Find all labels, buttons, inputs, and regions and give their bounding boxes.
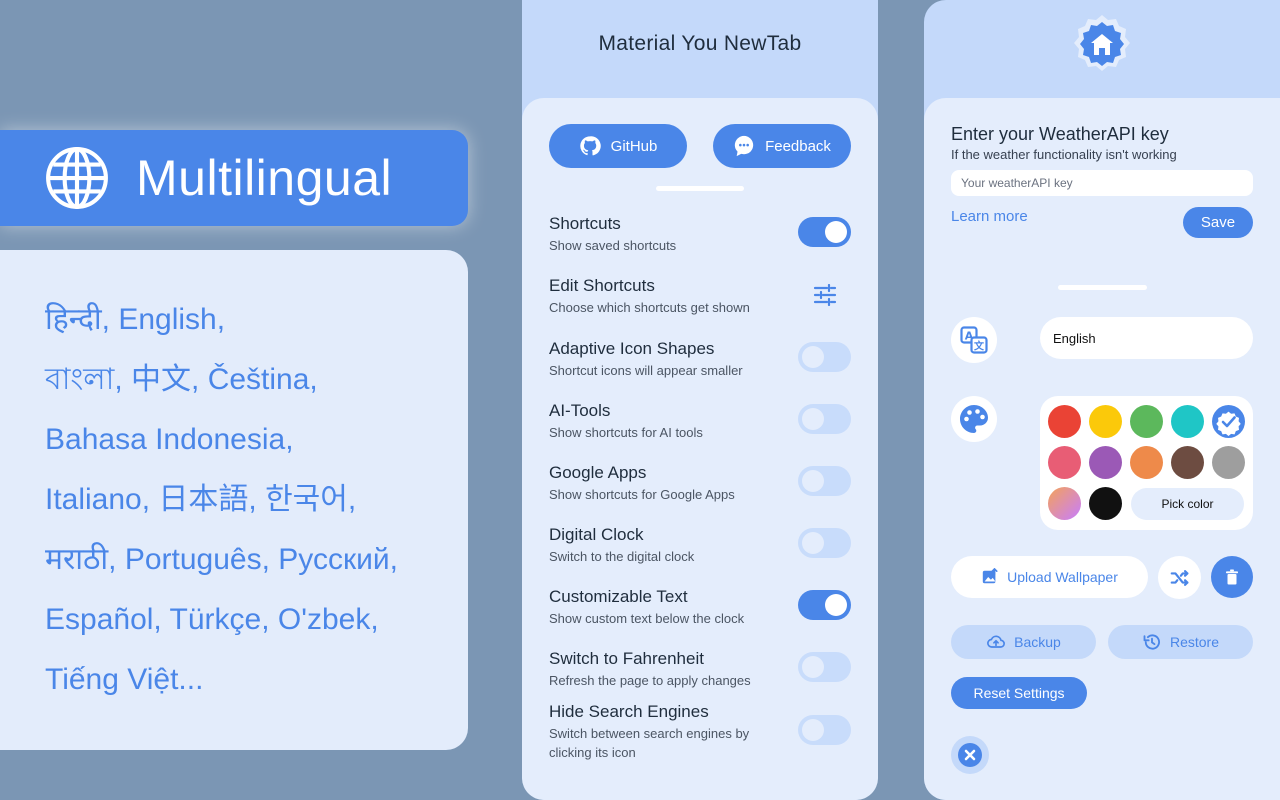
backup-label: Backup — [1014, 634, 1061, 650]
color-swatch-blue-selected[interactable] — [1212, 405, 1245, 438]
home-icon[interactable] — [1070, 13, 1134, 77]
color-swatch-yellow[interactable] — [1089, 405, 1122, 438]
setting-hide-search-engines: Hide Search Engines Switch between searc… — [549, 702, 789, 762]
save-button[interactable]: Save — [1183, 207, 1253, 238]
shortcuts-toggle[interactable] — [798, 217, 851, 247]
banner-title: Multilingual — [136, 150, 393, 206]
backup-button[interactable]: Backup — [951, 625, 1096, 659]
color-swatch-brown[interactable] — [1171, 446, 1204, 479]
weather-title: Enter your WeatherAPI key — [951, 124, 1169, 144]
feedback-label: Feedback — [765, 137, 831, 155]
svg-text:文: 文 — [974, 340, 985, 353]
github-button[interactable]: GitHub — [549, 124, 687, 168]
close-button[interactable] — [951, 736, 989, 774]
feedback-button[interactable]: Feedback — [713, 124, 851, 168]
image-upload-icon — [982, 568, 998, 584]
customizable-text-toggle[interactable] — [798, 590, 851, 620]
languages-line: Español, Türkçe, O'zbek, — [45, 603, 379, 636]
learn-more-link[interactable]: Learn more — [951, 208, 1028, 225]
app-title: Material You NewTab — [598, 32, 802, 55]
shuffle-wallpaper-button[interactable] — [1158, 556, 1201, 599]
palette-icon — [951, 396, 997, 442]
toggle-knob — [825, 221, 847, 243]
trash-icon — [1226, 569, 1238, 585]
restore-label: Restore — [1169, 634, 1220, 650]
hide-search-engines-toggle[interactable] — [798, 715, 851, 745]
toggle-knob — [802, 656, 824, 678]
upload-wallpaper-label: Upload Wallpaper — [1007, 569, 1118, 585]
weather-api-key-input[interactable] — [951, 170, 1253, 196]
languages-line: Tiếng Việt... — [45, 663, 204, 696]
languages-line: Bahasa Indonesia, — [45, 423, 294, 456]
divider — [1058, 285, 1147, 290]
toggle-knob — [802, 408, 824, 430]
multilingual-banner: Multilingual — [0, 130, 468, 226]
globe-icon — [46, 147, 108, 209]
color-swatch-gray[interactable] — [1212, 446, 1245, 479]
ai-tools-toggle[interactable] — [798, 404, 851, 434]
language-select[interactable]: English — [1040, 317, 1253, 359]
upload-wallpaper-button[interactable]: Upload Wallpaper — [951, 556, 1148, 598]
check-badge-icon — [1216, 411, 1241, 437]
languages-line: मराठी, Português, Русский, — [45, 543, 398, 576]
toggle-knob — [825, 594, 847, 616]
toggle-knob — [802, 532, 824, 554]
gap-strip — [878, 0, 924, 800]
color-swatch-purple[interactable] — [1089, 446, 1122, 479]
github-icon — [579, 136, 601, 156]
color-swatch-black[interactable] — [1089, 487, 1122, 520]
adaptive-icons-toggle[interactable] — [798, 342, 851, 372]
color-swatch-teal[interactable] — [1171, 405, 1204, 438]
languages-line: हिन्दी, English, — [45, 303, 226, 336]
cloud-upload-icon — [987, 635, 1006, 648]
divider — [656, 186, 744, 191]
pick-color-button[interactable]: Pick color — [1131, 488, 1244, 520]
weather-subtitle: If the weather functionality isn't worki… — [951, 147, 1177, 162]
fahrenheit-toggle[interactable] — [798, 652, 851, 682]
shuffle-icon — [1170, 569, 1188, 586]
color-swatch-green[interactable] — [1130, 405, 1163, 438]
digital-clock-toggle[interactable] — [798, 528, 851, 558]
setting-title: Hide Search Engines — [549, 702, 709, 721]
delete-wallpaper-button[interactable] — [1211, 556, 1253, 598]
color-swatch-gradient[interactable] — [1048, 487, 1081, 520]
color-swatch-orange[interactable] — [1130, 446, 1163, 479]
languages-line: Italiano, 日本語, 한국어, — [45, 483, 357, 516]
github-label: GitHub — [610, 137, 658, 155]
reset-settings-button[interactable]: Reset Settings — [951, 677, 1087, 709]
toggle-knob — [802, 719, 824, 741]
settings-card — [522, 98, 878, 800]
color-swatch-red[interactable] — [1048, 405, 1081, 438]
setting-subtitle: Switch between search engines by clickin… — [549, 726, 750, 760]
color-swatch-pink[interactable] — [1048, 446, 1081, 479]
toggle-knob — [802, 470, 824, 492]
tune-icon[interactable] — [813, 284, 837, 306]
chat-bubble-icon — [734, 135, 754, 157]
close-icon — [958, 743, 982, 767]
restore-button[interactable]: Restore — [1108, 625, 1253, 659]
history-icon — [1143, 634, 1160, 650]
languages-line: বাংলা, 中文, Čeština, — [45, 363, 318, 396]
translate-icon: A 文 — [951, 317, 997, 363]
languages-card: हिन्दी, English, বাংলা, 中文, Čeština, Bah… — [0, 250, 468, 750]
google-apps-toggle[interactable] — [798, 466, 851, 496]
toggle-knob — [802, 346, 824, 368]
